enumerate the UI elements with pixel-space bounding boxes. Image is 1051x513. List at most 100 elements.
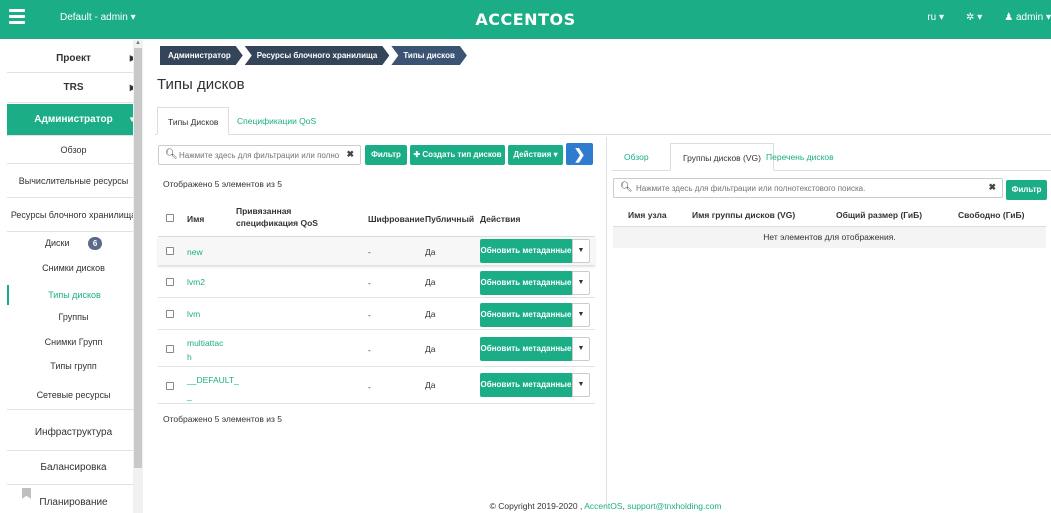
top-navbar: Default - admin ▾ ACCENTOS ru ▾ ✲ ▾ ♟ ad… xyxy=(0,0,1051,39)
column-encryption[interactable]: Шифрование xyxy=(368,214,425,224)
row-checkbox[interactable] xyxy=(166,345,174,353)
tab-disk-types[interactable]: Типы Дисков xyxy=(157,107,230,135)
table-header: Имя Привязанная спецификация QoS Шифрова… xyxy=(158,200,595,237)
column-vg-name[interactable]: Имя группы дисков (VG) xyxy=(692,210,795,220)
update-metadata-button[interactable]: Обновить метаданные xyxy=(480,271,572,295)
sidebar-item-snapshots[interactable]: Снимки дисков xyxy=(7,263,140,277)
name-line-2: _ xyxy=(187,391,192,401)
name-line-2: h xyxy=(187,352,192,362)
table-row[interactable]: multiattac h - Да Обновить метаданные ▼ xyxy=(158,330,595,367)
sidebar-item-group-snapshots[interactable]: Снимки Групп xyxy=(7,337,140,351)
update-metadata-button[interactable]: Обновить метаданные xyxy=(480,337,572,361)
sidebar-item-trs[interactable]: TRS ▶ xyxy=(7,73,140,103)
sidebar-item-group-types[interactable]: Типы групп xyxy=(7,361,140,375)
actions-dropdown-button[interactable]: Действия ▾ xyxy=(508,145,563,165)
sidebar-item-label: TRS xyxy=(63,82,84,93)
theme-selector[interactable]: ✲ ▾ xyxy=(966,12,982,23)
row-actions-dropdown[interactable]: ▼ xyxy=(572,239,590,263)
disk-type-name-link[interactable]: lvm2 xyxy=(187,277,205,287)
clear-search-icon[interactable]: ✖ xyxy=(346,149,354,160)
accentos-link[interactable]: AccentOS xyxy=(584,501,622,511)
row-checkbox[interactable] xyxy=(166,310,174,318)
disk-type-name-link[interactable]: __DEFAULT_ _ xyxy=(187,372,239,404)
row-checkbox[interactable] xyxy=(166,247,174,255)
public-value: Да xyxy=(425,309,436,319)
search-filter: 🔍︎ ✖ xyxy=(158,145,361,165)
disk-type-name-link[interactable]: new xyxy=(187,247,203,257)
right-search-input[interactable] xyxy=(636,181,976,195)
table-row[interactable]: lvm2 - Да Обновить метаданные ▼ xyxy=(158,266,595,298)
right-filter-button[interactable]: Фильтр xyxy=(1006,180,1047,200)
qos-value: - xyxy=(368,247,371,257)
table-row[interactable]: lvm - Да Обновить метаданные ▼ xyxy=(158,298,595,330)
sidebar-item-groups[interactable]: Группы xyxy=(7,312,140,326)
sidebar-item-disk-types[interactable]: Типы дисков xyxy=(7,285,140,305)
column-node-name[interactable]: Имя узла xyxy=(628,210,667,220)
name-line-1: __DEFAULT_ xyxy=(187,375,239,385)
table-row[interactable]: new - Да Обновить метаданные ▼ xyxy=(158,237,595,266)
public-value: Да xyxy=(425,380,436,390)
sidebar-item-infrastructure[interactable]: Инфраструктура xyxy=(7,415,140,451)
column-name[interactable]: Имя xyxy=(187,214,204,224)
update-metadata-button[interactable]: Обновить метаданные xyxy=(480,373,572,397)
tab-qos-specs[interactable]: Спецификации QoS xyxy=(227,107,326,135)
update-metadata-button[interactable]: Обновить метаданные xyxy=(480,239,572,263)
sidebar-item-balancing[interactable]: Балансировка xyxy=(7,451,140,485)
scrollbar-thumb[interactable] xyxy=(134,48,142,468)
tab-overview[interactable]: Обзор xyxy=(612,143,661,171)
row-checkbox[interactable] xyxy=(166,382,174,390)
row-checkbox[interactable] xyxy=(166,278,174,286)
filter-button[interactable]: Фильтр xyxy=(365,145,407,165)
sidebar-item-label: Проект xyxy=(56,53,91,64)
row-actions-dropdown[interactable]: ▼ xyxy=(572,271,590,295)
sidebar-item-disks[interactable]: Диски 6 xyxy=(7,237,140,251)
create-disk-type-button[interactable]: ✚ Создать тип дисков xyxy=(410,145,505,165)
right-search-filter: 🔍︎ ✖ xyxy=(613,178,1003,198)
column-free-size[interactable]: Свободно (ГиБ) xyxy=(958,210,1024,220)
next-panel-button[interactable]: ❯ xyxy=(566,143,593,165)
qos-value: - xyxy=(368,310,371,320)
items-count: Отображено 5 элементов из 5 xyxy=(163,179,282,189)
sidebar-item-admin[interactable]: Администратор ▼ xyxy=(7,104,140,136)
sidebar-item-label: Обзор xyxy=(60,145,87,155)
right-tabs: Обзор Группы дисков (VG) Перечень дисков xyxy=(612,143,1051,171)
column-public[interactable]: Публичный xyxy=(425,214,474,224)
sidebar-item-block-storage[interactable]: Ресурсы блочного хранилища xyxy=(7,198,140,232)
disk-type-name-link[interactable]: multiattac h xyxy=(187,336,223,364)
column-actions: Действия xyxy=(480,214,521,224)
row-actions-dropdown[interactable]: ▼ xyxy=(572,303,590,327)
sidebar-item-overview[interactable]: Обзор xyxy=(7,136,140,164)
row-actions-dropdown[interactable]: ▼ xyxy=(572,373,590,397)
disk-type-name-link[interactable]: lvm xyxy=(187,309,200,319)
search-input[interactable] xyxy=(179,148,339,162)
support-email-link[interactable]: support@tnxholding.com xyxy=(627,501,721,511)
public-value: Да xyxy=(425,344,436,354)
search-icon: 🔍︎ xyxy=(620,182,633,193)
sidebar-item-project[interactable]: Проект ▶ xyxy=(7,44,140,73)
name-line-1: multiattac xyxy=(187,338,224,348)
disks-count-badge: 6 xyxy=(88,237,103,250)
row-actions-dropdown[interactable]: ▼ xyxy=(572,337,590,361)
sidebar-item-compute[interactable]: Вычислительные ресурсы xyxy=(7,164,140,198)
empty-table-message: Нет элементов для отображения. xyxy=(613,227,1046,248)
sidebar: Проект ▶ TRS ▶ Администратор ▼ Обзор Выч… xyxy=(7,40,141,513)
sidebar-scrollbar[interactable]: ▲ xyxy=(133,40,143,513)
update-metadata-button[interactable]: Обновить метаданные xyxy=(480,303,572,327)
breadcrumb: Администратор Ресурсы блочного хранилища… xyxy=(160,46,469,65)
breadcrumb-disk-types: Типы дисков xyxy=(391,46,467,65)
table-row[interactable]: __DEFAULT_ _ - Да Обновить метаданные ▼ xyxy=(158,367,595,404)
column-qos[interactable]: Привязанная спецификация QoS xyxy=(236,205,354,229)
select-all-checkbox[interactable] xyxy=(166,214,174,222)
breadcrumb-block-storage[interactable]: Ресурсы блочного хранилища xyxy=(245,46,390,65)
scroll-up-icon[interactable]: ▲ xyxy=(135,40,141,46)
language-selector[interactable]: ru ▾ xyxy=(927,12,944,23)
breadcrumb-admin[interactable]: Администратор xyxy=(160,46,243,65)
qos-value: - xyxy=(368,345,371,355)
clear-search-icon[interactable]: ✖ xyxy=(988,182,996,193)
column-total-size[interactable]: Общий размер (ГиБ) xyxy=(836,210,922,220)
sidebar-item-network[interactable]: Сетевые ресурсы xyxy=(7,380,140,410)
public-value: Да xyxy=(425,247,436,257)
qos-value: - xyxy=(368,382,371,392)
tab-disk-list[interactable]: Перечень дисков xyxy=(754,143,846,171)
user-menu[interactable]: ♟ admin ▾ xyxy=(1004,12,1051,23)
